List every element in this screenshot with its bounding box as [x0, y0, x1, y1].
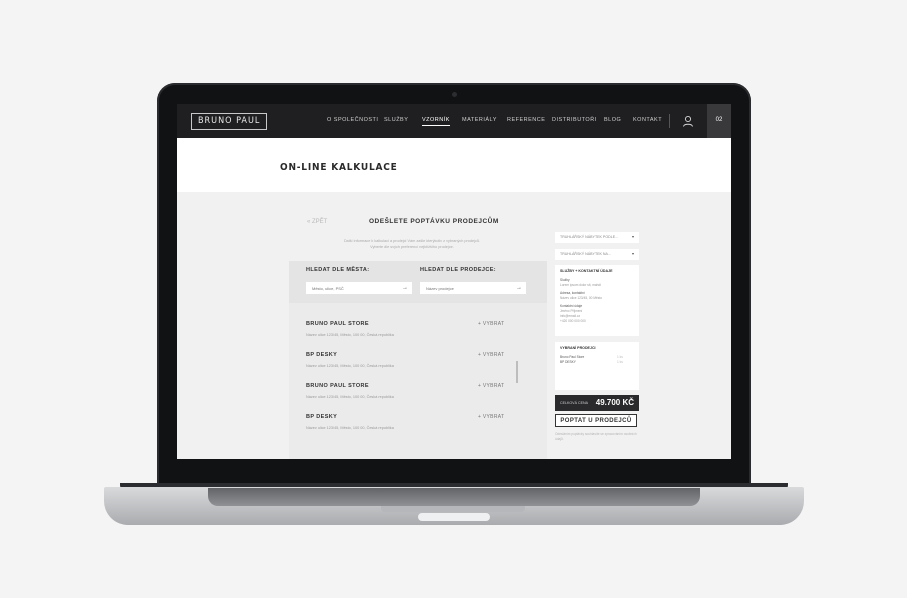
seller-item: BP DESKY Název ulice 123/45, Město, 100 … — [306, 414, 526, 444]
contact-line: +420 000 000 000 — [560, 319, 586, 323]
selected-seller-name: BP DESKY — [560, 360, 576, 364]
select-seller-button[interactable]: + VYBRAT — [478, 414, 504, 421]
contact-title: SLUŽBY + KONTAKTNÍ ÚDAJE — [560, 269, 613, 273]
contact-line: Adresa, kontaktní — [560, 291, 585, 295]
seller-name: BRUNO PAUL STORE — [306, 321, 369, 327]
selected-seller-name: Bruno Paul Store — [560, 355, 585, 359]
seller-search-input[interactable] — [420, 282, 526, 294]
selected-sellers-title: VYBRANÍ PRODEJCI — [560, 346, 596, 350]
user-icon[interactable] — [681, 114, 695, 128]
scrollbar[interactable] — [516, 361, 518, 383]
screen: BRUNO PAUL O SPOLEČNOSTI SLUŽBY VZORNÍK … — [177, 104, 731, 459]
seller-list[interactable]: BRUNO PAUL STORE Název ulice 123/45, Měs… — [289, 303, 547, 459]
nav-item-reference[interactable]: REFERENCE — [507, 117, 545, 124]
contact-line: Jméno Příjmení — [560, 309, 583, 313]
total-label: CELKOVÁ CENA — [560, 401, 588, 405]
trackpad — [381, 506, 525, 512]
lid-notch — [418, 513, 490, 521]
seller-item: BP DESKY Název ulice 123/45, Město, 100 … — [306, 352, 526, 382]
total-value: 49.700 KČ — [595, 398, 634, 407]
contact-line: Lorem ipsum dolor sit, mahdi — [560, 283, 601, 287]
cart-button[interactable]: 02 — [707, 104, 731, 138]
page-title: ON-LINE KALKULACE — [280, 162, 398, 173]
contact-line: Kontaktní údaje — [560, 304, 583, 308]
logo[interactable]: BRUNO PAUL — [191, 113, 268, 130]
nav-item-sluzby[interactable]: SLUŽBY — [384, 117, 408, 124]
select-seller-button[interactable]: + VYBRAT — [478, 352, 504, 359]
contact-line: info@email.cz — [560, 314, 581, 318]
nav-item-kontakt[interactable]: KONTAKT — [633, 117, 662, 124]
selected-seller-value: 1 ks — [617, 355, 623, 359]
seller-name: BRUNO PAUL STORE — [306, 383, 369, 389]
seller-name: BP DESKY — [306, 352, 338, 358]
nav-item-distributori[interactable]: DISTRIBUTOŘI — [552, 117, 597, 124]
arrow-right-icon[interactable]: → — [516, 283, 522, 293]
nav-divider — [669, 114, 670, 128]
seller-address: Název ulice 123/45, Město, 100 00, Česká… — [306, 395, 394, 399]
city-search-label: HLEDAT DLE MĚSTA: — [306, 267, 370, 273]
dropdown-label: TRUHLÁŘSKÝ NÁBYTEK PODLE... — [560, 235, 619, 239]
camera-icon — [452, 92, 457, 97]
chevron-down-icon: ▾ — [631, 234, 634, 239]
chevron-down-icon: ▾ — [631, 251, 634, 256]
seller-address: Název ulice 123/45, Město, 100 00, Česká… — [306, 426, 394, 430]
selected-sellers-box: VYBRANÍ PRODEJCI Bruno Paul Store 1 ks B… — [555, 342, 639, 390]
top-navbar: BRUNO PAUL O SPOLEČNOSTI SLUŽBY VZORNÍK … — [177, 104, 731, 138]
consent-note: Odesláním poptávky souhlasíte se zpracov… — [555, 432, 637, 441]
form-description: Další informace k kalkulaci a prodejci V… — [343, 239, 481, 249]
nav-item-vzornik[interactable]: VZORNÍK — [422, 117, 450, 126]
seller-item: BRUNO PAUL STORE Název ulice 123/45, Měs… — [306, 383, 526, 413]
summary-dropdown-2[interactable]: TRUHLÁŘSKÝ NÁBYTEK NA... ▾ — [555, 249, 639, 260]
contact-line: Název ulice 123/45, 00 Město — [560, 296, 602, 300]
total-price-bar: CELKOVÁ CENA 49.700 KČ — [555, 395, 639, 411]
seller-address: Název ulice 123/45, Město, 100 00, Česká… — [306, 333, 394, 337]
request-sellers-button[interactable]: POPTAT U PRODEJCŮ — [555, 414, 637, 427]
seller-item: BRUNO PAUL STORE Název ulice 123/45, Měs… — [306, 321, 526, 351]
nav-item-materialy[interactable]: MATERIÁLY — [462, 117, 497, 124]
dropdown-label: TRUHLÁŘSKÝ NÁBYTEK NA... — [560, 252, 611, 256]
seller-address: Název ulice 123/45, Město, 100 00, Česká… — [306, 364, 394, 368]
title-bar: ON-LINE KALKULACE — [177, 138, 731, 192]
contact-box: SLUŽBY + KONTAKTNÍ ÚDAJE Služby Lorem ip… — [555, 265, 639, 336]
laptop-lid: BRUNO PAUL O SPOLEČNOSTI SLUŽBY VZORNÍK … — [157, 83, 751, 487]
nav-item-blog[interactable]: BLOG — [604, 117, 621, 124]
city-search-input[interactable] — [306, 282, 412, 294]
summary-dropdown-1[interactable]: TRUHLÁŘSKÝ NÁBYTEK PODLE... ▾ — [555, 232, 639, 243]
back-link[interactable]: « ZPĚT — [307, 218, 327, 226]
seller-name: BP DESKY — [306, 414, 338, 420]
keyboard — [208, 488, 700, 506]
search-panel: HLEDAT DLE MĚSTA: → HLEDAT DLE PRODEJCE:… — [289, 261, 547, 459]
select-seller-button[interactable]: + VYBRAT — [478, 383, 504, 390]
arrow-right-icon[interactable]: → — [402, 283, 408, 293]
selected-seller-value: 1 ks — [617, 360, 623, 364]
nav-item-o-spolecnosti[interactable]: O SPOLEČNOSTI — [327, 117, 378, 124]
contact-line: Služby — [560, 278, 570, 282]
seller-search-label: HLEDAT DLE PRODEJCE: — [420, 267, 497, 273]
cart-count: 02 — [715, 117, 723, 123]
select-seller-button[interactable]: + VYBRAT — [478, 321, 504, 328]
form-title: ODEŠLETE POPTÁVKU PRODEJCŮM — [369, 218, 499, 225]
